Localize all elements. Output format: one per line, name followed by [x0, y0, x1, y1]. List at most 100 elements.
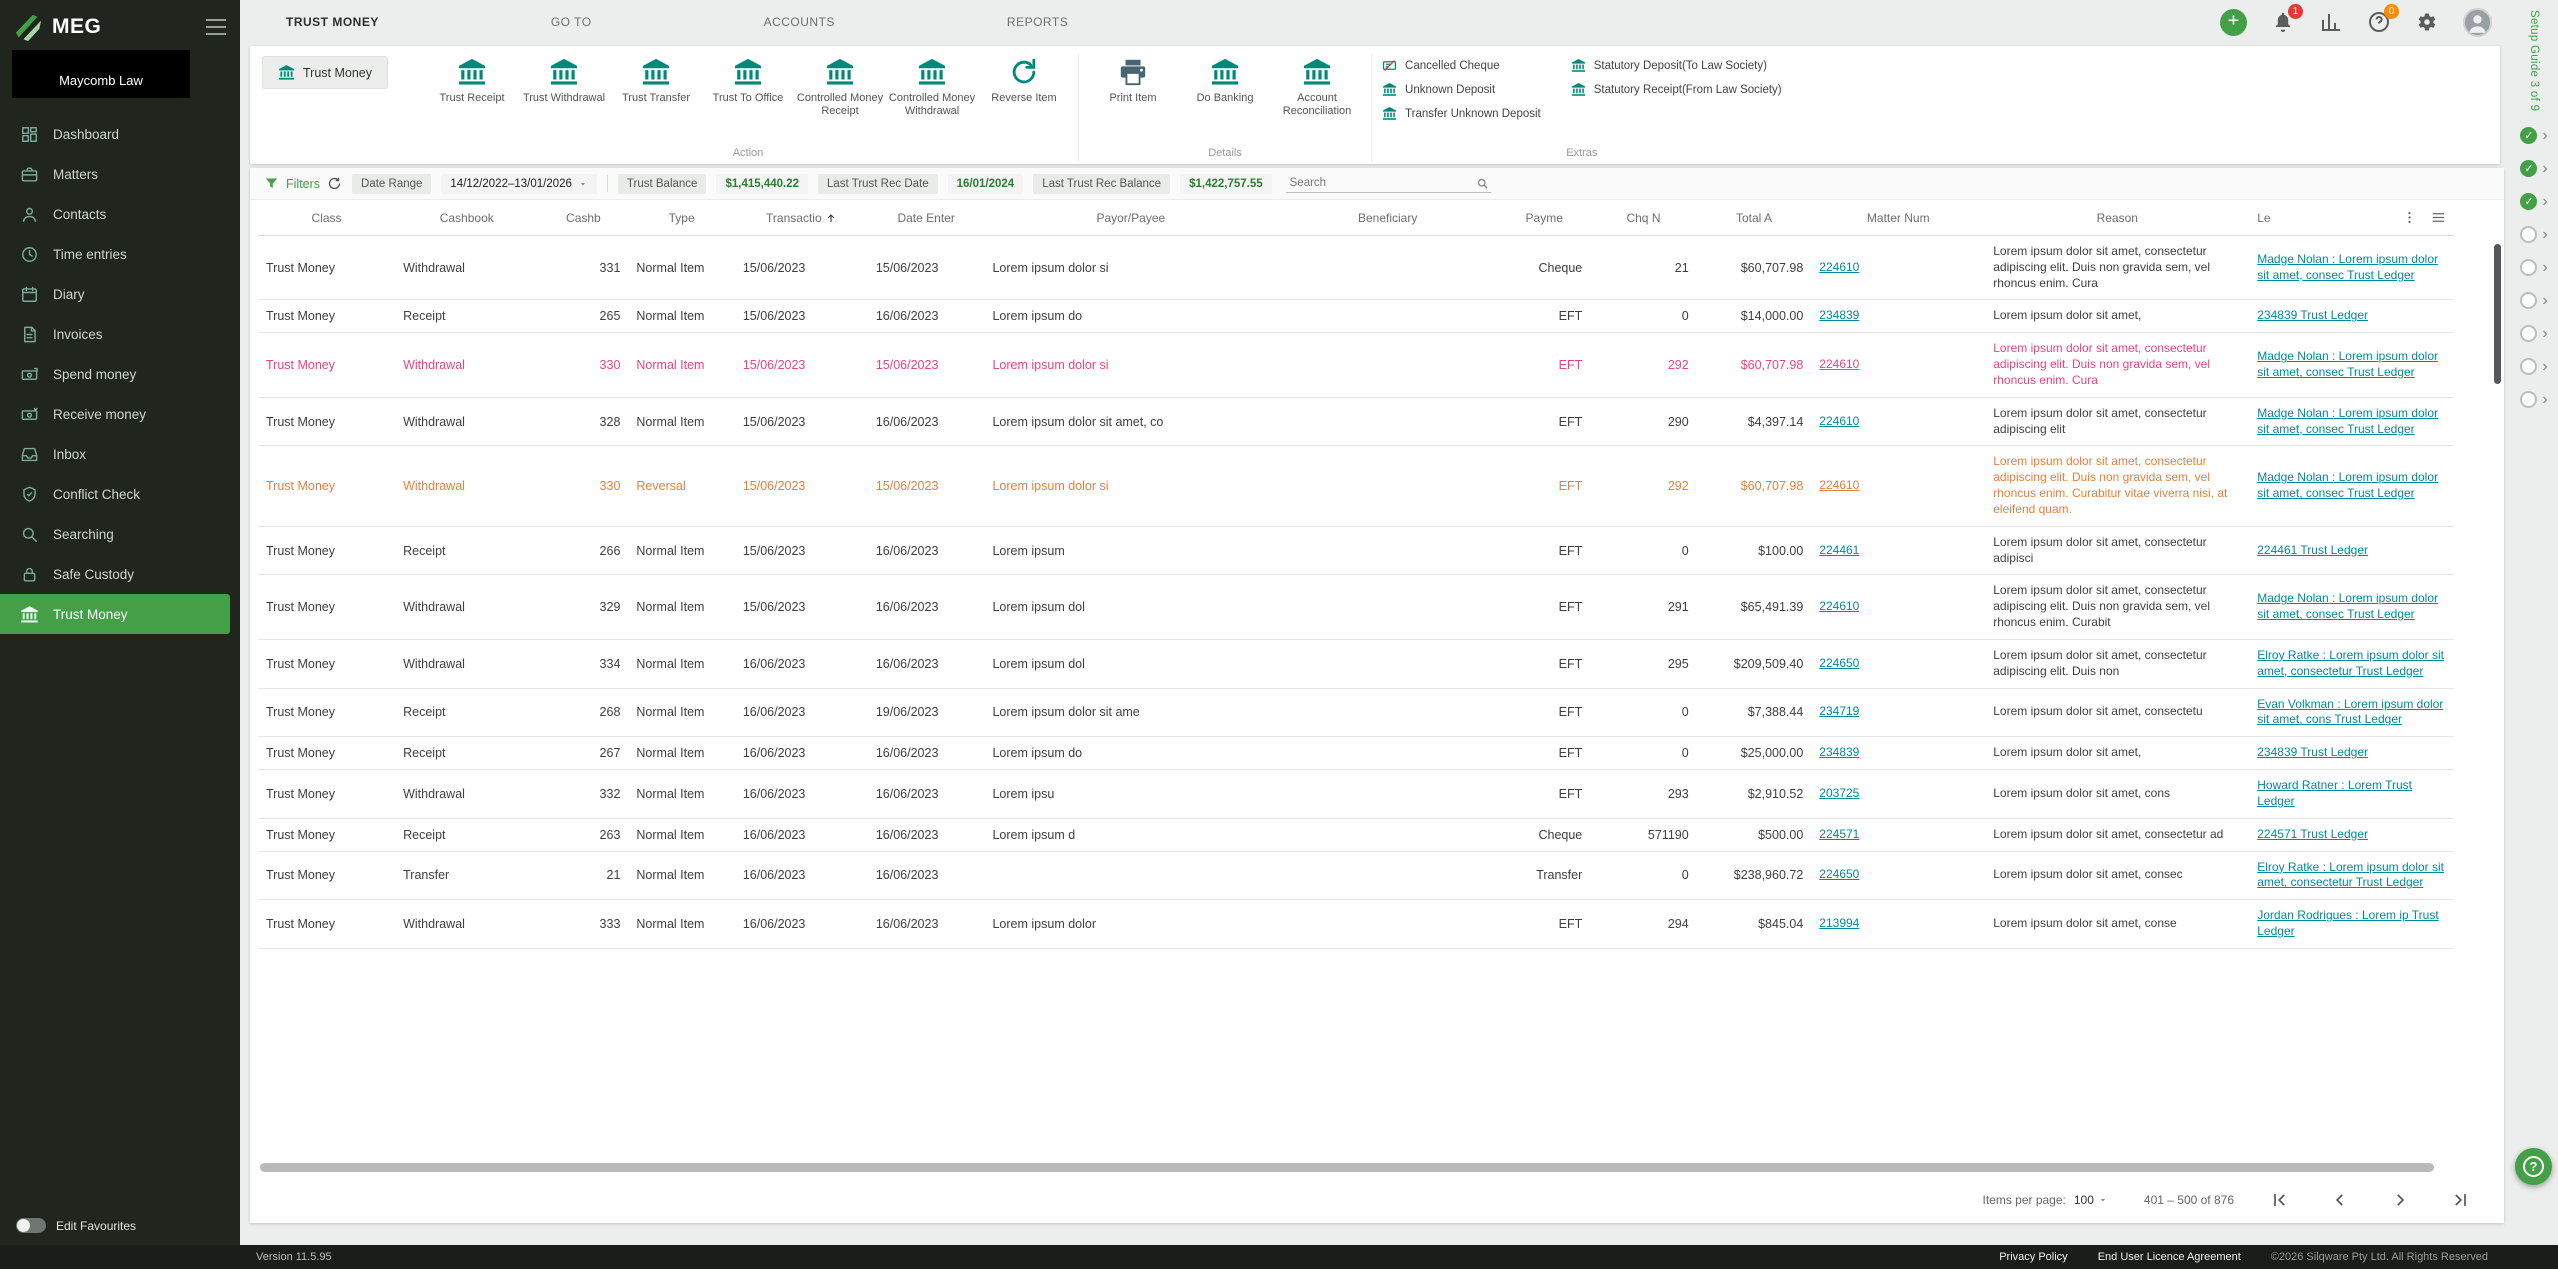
matter-number-link[interactable]: 234839	[1819, 308, 1859, 322]
setup-step-8[interactable]: ›	[2520, 358, 2548, 376]
action-trust-receipt[interactable]: Trust Receipt	[428, 54, 516, 105]
action-trust-to-office[interactable]: Trust To Office	[704, 54, 792, 105]
setup-step-7[interactable]: ›	[2520, 325, 2548, 343]
table-row[interactable]: Trust Money Transfer 21 Normal Item 16/06/20…	[258, 851, 2454, 901]
extra-statutory-deposit-to-law-society[interactable]: Statutory Deposit(To Law Society)	[1571, 58, 1782, 73]
table-row[interactable]: Trust Money Withdrawal 330 Normal Item 15/06…	[258, 332, 2454, 398]
last-page-button[interactable]	[2450, 1190, 2470, 1210]
privacy-policy-link[interactable]: Privacy Policy	[1999, 1251, 2067, 1263]
settings-gear-icon[interactable]	[2415, 10, 2439, 34]
help-button[interactable]: 0	[2367, 4, 2399, 34]
table-row[interactable]: Trust Money Receipt 263 Normal Item 16/06/20…	[258, 818, 2454, 852]
trust-ledger-link[interactable]: Madge Nolan : Lorem ipsum dolor sit amet…	[2257, 406, 2438, 436]
notifications-button[interactable]: 1	[2271, 4, 2303, 34]
table-row[interactable]: Trust Money Receipt 265 Normal Item 15/06/20…	[258, 299, 2454, 334]
trust-ledger-link[interactable]: 224571 Trust Ledger	[2257, 827, 2368, 841]
table-row[interactable]: Trust Money Receipt 267 Normal Item 16/06/20…	[258, 736, 2454, 771]
column-header-beneficiary[interactable]: Beneficiary	[1277, 200, 1499, 236]
previous-page-button[interactable]	[2330, 1190, 2350, 1210]
setup-step-4[interactable]: ›	[2520, 226, 2548, 244]
sidebar-item-time-entries[interactable]: Time entries	[0, 234, 240, 274]
column-header-date-enter[interactable]: Date Enter	[867, 200, 985, 236]
extra-transfer-unknown-deposit[interactable]: Transfer Unknown Deposit	[1382, 106, 1541, 121]
matter-number-link[interactable]: 203725	[1819, 786, 1859, 800]
date-range-value[interactable]: 14/12/2022–13/01/2026	[441, 173, 597, 194]
trust-ledger-link[interactable]: Madge Nolan : Lorem ipsum dolor sit amet…	[2257, 470, 2438, 500]
table-row[interactable]: Trust Money Withdrawal 331 Normal Item 15/06…	[258, 235, 2454, 301]
trust-ledger-link[interactable]: Evan Volkman : Lorem ipsum dolor sit ame…	[2257, 697, 2443, 727]
items-per-page-select[interactable]: 100	[2074, 1193, 2108, 1207]
column-header-payme[interactable]: Payme	[1498, 200, 1591, 236]
sidebar-item-spend-money[interactable]: Spend money	[0, 354, 240, 394]
next-page-button[interactable]	[2390, 1190, 2410, 1210]
matter-number-link[interactable]: 224650	[1819, 656, 1859, 670]
matter-number-link[interactable]: 224610	[1819, 357, 1859, 371]
matter-number-link[interactable]: 224610	[1819, 599, 1859, 613]
table-row[interactable]: Trust Money Withdrawal 332 Normal Item 16/06…	[258, 769, 2454, 819]
analytics-button[interactable]	[2319, 10, 2343, 34]
trust-ledger-link[interactable]: Howard Ratner : Lorem Trust Ledger	[2257, 778, 2412, 808]
sidebar-item-contacts[interactable]: Contacts	[0, 194, 240, 234]
action-trust-withdrawal[interactable]: Trust Withdrawal	[520, 54, 608, 105]
table-row[interactable]: Trust Money Withdrawal 330 Reversal 15/06/20…	[258, 445, 2454, 527]
table-row[interactable]: Trust Money Withdrawal 334 Normal Item 16/06…	[258, 639, 2454, 689]
sidebar-item-dashboard[interactable]: Dashboard	[0, 114, 240, 154]
first-page-button[interactable]	[2270, 1190, 2290, 1210]
trust-ledger-link[interactable]: Elroy Ratke : Lorem ipsum dolor sit amet…	[2257, 860, 2444, 890]
column-header-cashbook[interactable]: Cashbook	[395, 200, 539, 236]
trust-ledger-link[interactable]: Madge Nolan : Lorem ipsum dolor sit amet…	[2257, 252, 2438, 282]
eula-link[interactable]: End User Licence Agreement	[2098, 1251, 2241, 1263]
setup-step-2[interactable]: ✓ ›	[2520, 160, 2548, 178]
sidebar-item-invoices[interactable]: Invoices	[0, 314, 240, 354]
action-do-banking[interactable]: Do Banking	[1181, 54, 1269, 105]
matter-number-link[interactable]: 224571	[1819, 827, 1859, 841]
sidebar-item-diary[interactable]: Diary	[0, 274, 240, 314]
extra-cancelled-cheque[interactable]: Cancelled Cheque	[1382, 58, 1541, 73]
trust-ledger-link[interactable]: 234839 Trust Ledger	[2257, 745, 2368, 759]
matter-number-link[interactable]: 224610	[1819, 478, 1859, 492]
column-header-le[interactable]: Le	[2249, 200, 2454, 236]
tab-reports[interactable]: REPORTS	[1007, 15, 1068, 29]
trust-ledger-link[interactable]: 234839 Trust Ledger	[2257, 308, 2368, 322]
sidebar-item-receive-money[interactable]: Receive money	[0, 394, 240, 434]
setup-step-5[interactable]: ›	[2520, 259, 2548, 277]
matter-number-link[interactable]: 213994	[1819, 916, 1859, 930]
filters-button[interactable]: Filters	[264, 176, 342, 191]
column-header-class[interactable]: Class	[258, 200, 396, 236]
column-kebab-icon[interactable]	[2402, 210, 2417, 225]
extra-statutory-receipt-from-law-society[interactable]: Statutory Receipt(From Law Society)	[1571, 82, 1782, 97]
column-header-type[interactable]: Type	[628, 200, 735, 236]
user-avatar[interactable]	[2463, 7, 2492, 37]
matter-number-link[interactable]: 234839	[1819, 745, 1859, 759]
trust-ledger-link[interactable]: Jordan Rodrigues : Lorem ip Trust Ledger	[2257, 908, 2438, 938]
horizontal-scrollbar[interactable]	[260, 1163, 2434, 1172]
trust-ledger-link[interactable]: 224461 Trust Ledger	[2257, 543, 2368, 557]
matter-number-link[interactable]: 224650	[1819, 867, 1859, 881]
action-controlled-money-receipt[interactable]: Controlled Money Receipt	[796, 54, 884, 117]
table-row[interactable]: Trust Money Withdrawal 328 Normal Item 15/06…	[258, 397, 2454, 447]
column-header-total-a[interactable]: Total A	[1696, 200, 1812, 236]
add-button[interactable]: +	[2220, 8, 2247, 36]
matter-number-link[interactable]: 224461	[1819, 543, 1859, 557]
trust-ledger-link[interactable]: Elroy Ratke : Lorem ipsum dolor sit amet…	[2257, 648, 2444, 678]
table-row[interactable]: Trust Money Receipt 266 Normal Item 15/06/20…	[258, 526, 2454, 576]
setup-guide-label[interactable]: Setup Guide 3 of 9	[2528, 10, 2540, 111]
action-print-item[interactable]: Print Item	[1089, 54, 1177, 105]
sidebar-item-trust-money[interactable]: Trust Money	[0, 594, 230, 634]
column-header-transactio[interactable]: Transactio	[734, 200, 868, 236]
column-header-matter-num[interactable]: Matter Num	[1811, 200, 1986, 236]
action-reverse-item[interactable]: Reverse Item	[980, 54, 1068, 105]
setup-step-3[interactable]: ✓ ›	[2520, 193, 2548, 211]
sidebar-item-searching[interactable]: Searching	[0, 514, 240, 554]
edit-favourites-toggle[interactable]	[16, 1218, 46, 1233]
column-header-payor-payee[interactable]: Payor/Payee	[984, 200, 1278, 236]
trust-ledger-link[interactable]: Madge Nolan : Lorem ipsum dolor sit amet…	[2257, 349, 2438, 379]
sidebar-item-inbox[interactable]: Inbox	[0, 434, 240, 474]
tab-go-to[interactable]: GO TO	[551, 15, 592, 29]
sidebar-collapse-button[interactable]	[206, 19, 226, 35]
column-header-cashb[interactable]: Cashb	[538, 200, 629, 236]
matter-number-link[interactable]: 234719	[1819, 704, 1859, 718]
table-row[interactable]: Trust Money Withdrawal 329 Normal Item 15/06…	[258, 574, 2454, 640]
trust-ledger-link[interactable]: Madge Nolan : Lorem ipsum dolor sit amet…	[2257, 591, 2438, 621]
tab-accounts[interactable]: ACCOUNTS	[764, 15, 835, 29]
